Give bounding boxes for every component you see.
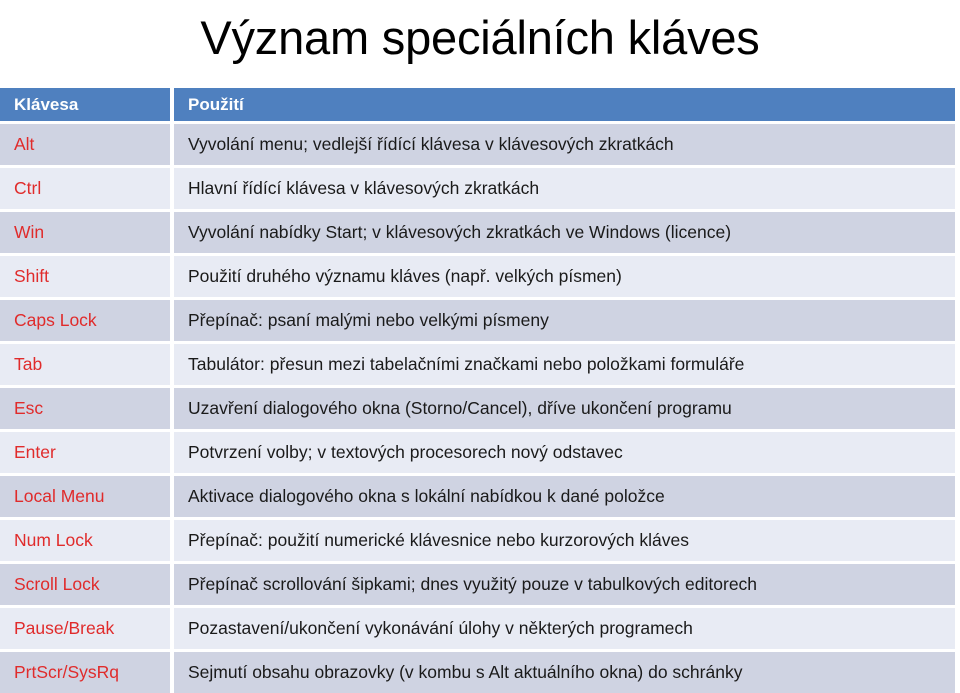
key-usage-cell: Přepínač: psaní malými nebo velkými písm… xyxy=(170,300,955,344)
table-header-row: Klávesa Použití xyxy=(0,88,955,124)
page-title: Význam speciálních kláves xyxy=(200,11,760,64)
key-usage-cell: Potvrzení volby; v textových procesorech… xyxy=(170,432,955,476)
key-name-cell: Shift xyxy=(0,256,170,300)
table-body: Alt Vyvolání menu; vedlejší řídící kláves… xyxy=(0,124,955,693)
key-usage-cell: Přepínač scrollování šipkami; dnes využi… xyxy=(170,564,955,608)
key-name-cell: Caps Lock xyxy=(0,300,170,344)
table-row: Num Lock Přepínač: použití numerické kláv… xyxy=(0,520,955,564)
table-row: Tab Tabulátor: přesun mezi tabelačními zn… xyxy=(0,344,955,388)
key-usage-cell: Vyvolání nabídky Start; v klávesových zk… xyxy=(170,212,955,256)
key-name-cell: PrtScr/SysRq xyxy=(0,652,170,693)
table-row: Alt Vyvolání menu; vedlejší řídící kláves… xyxy=(0,124,955,168)
table-row: Scroll Lock Přepínač scrollování šipkami;… xyxy=(0,564,955,608)
key-name-cell: Num Lock xyxy=(0,520,170,564)
column-header-usage: Použití xyxy=(170,88,955,124)
table-row: Local Menu Aktivace dialogového okna s lo… xyxy=(0,476,955,520)
table-row: Pause/Break Pozastavení/ukončení vykonává… xyxy=(0,608,955,652)
key-name-cell: Scroll Lock xyxy=(0,564,170,608)
key-name-cell: Alt xyxy=(0,124,170,168)
table-row: Enter Potvrzení volby; v textových proces… xyxy=(0,432,955,476)
key-usage-cell: Tabulátor: přesun mezi tabelačními značk… xyxy=(170,344,955,388)
table-row: PrtScr/SysRq Sejmutí obsahu obrazovky (v … xyxy=(0,652,955,693)
key-name-cell: Ctrl xyxy=(0,168,170,212)
table-row: Shift Použití druhého významu kláves (nap… xyxy=(0,256,955,300)
key-usage-cell: Sejmutí obsahu obrazovky (v kombu s Alt … xyxy=(170,652,955,693)
key-name-cell: Esc xyxy=(0,388,170,432)
table-header: Klávesa Použití xyxy=(0,88,955,124)
key-name-cell: Enter xyxy=(0,432,170,476)
key-name-cell: Tab xyxy=(0,344,170,388)
special-keys-table: Klávesa Použití Alt Vyvolání menu; vedlej… xyxy=(0,88,955,693)
key-usage-cell: Hlavní řídící klávesa v klávesových zkra… xyxy=(170,168,955,212)
key-usage-cell: Uzavření dialogového okna (Storno/Cancel… xyxy=(170,388,955,432)
column-header-key: Klávesa xyxy=(0,88,170,124)
key-name-cell: Local Menu xyxy=(0,476,170,520)
key-usage-cell: Vyvolání menu; vedlejší řídící klávesa v… xyxy=(170,124,955,168)
key-usage-cell: Aktivace dialogového okna s lokální nabí… xyxy=(170,476,955,520)
key-usage-cell: Pozastavení/ukončení vykonávání úlohy v … xyxy=(170,608,955,652)
slide-root: Význam speciálních kláves Klávesa Použit… xyxy=(0,0,960,693)
table-row: Caps Lock Přepínač: psaní malými nebo vel… xyxy=(0,300,955,344)
table-row: Win Vyvolání nabídky Start; v klávesových… xyxy=(0,212,955,256)
table-row: Esc Uzavření dialogového okna (Storno/Can… xyxy=(0,388,955,432)
key-name-cell: Pause/Break xyxy=(0,608,170,652)
key-name-cell: Win xyxy=(0,212,170,256)
key-usage-cell: Použití druhého významu kláves (např. ve… xyxy=(170,256,955,300)
table-row: Ctrl Hlavní řídící klávesa v klávesových … xyxy=(0,168,955,212)
key-usage-cell: Přepínač: použití numerické klávesnice n… xyxy=(170,520,955,564)
